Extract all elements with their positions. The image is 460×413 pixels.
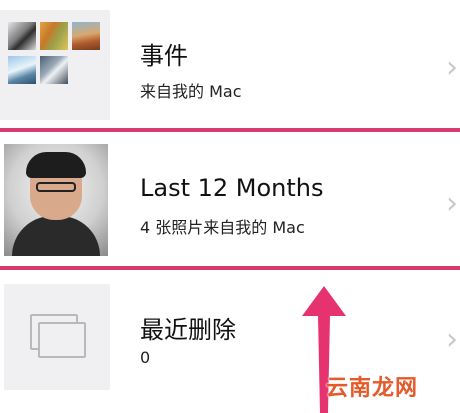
- chevron-right-icon: ›: [446, 50, 458, 85]
- photo-stack-icon: [38, 322, 86, 358]
- album-subtitle: 来自我的 Mac: [140, 82, 242, 101]
- chevron-right-icon: ›: [446, 186, 458, 221]
- album-title: Last 12 Months: [140, 174, 324, 202]
- event-thumbnail: [72, 22, 100, 50]
- album-subtitle: 4 张照片来自我的 Mac: [140, 218, 305, 237]
- album-row-events[interactable]: 事件 来自我的 Mac ›: [0, 0, 460, 128]
- event-thumbnail: [8, 56, 36, 84]
- empty-album-thumbnail: [4, 284, 110, 390]
- glasses: [36, 182, 76, 192]
- highlight-line-top: [0, 128, 460, 132]
- event-thumbnail: [40, 22, 68, 50]
- album-subtitle: 0: [140, 348, 151, 367]
- person-photo-thumbnail: [4, 144, 108, 256]
- album-title: 事件: [140, 42, 188, 70]
- album-title: 最近删除: [140, 316, 236, 344]
- highlight-line-bottom: [0, 266, 460, 270]
- events-thumbnail-grid: [0, 10, 110, 120]
- event-thumbnail: [8, 22, 36, 50]
- chevron-right-icon: ›: [446, 322, 458, 357]
- event-thumbnail: [40, 56, 68, 84]
- album-row-last-12-months[interactable]: Last 12 Months 4 张照片来自我的 Mac ›: [0, 136, 460, 266]
- watermark: 云南龙网: [326, 376, 419, 401]
